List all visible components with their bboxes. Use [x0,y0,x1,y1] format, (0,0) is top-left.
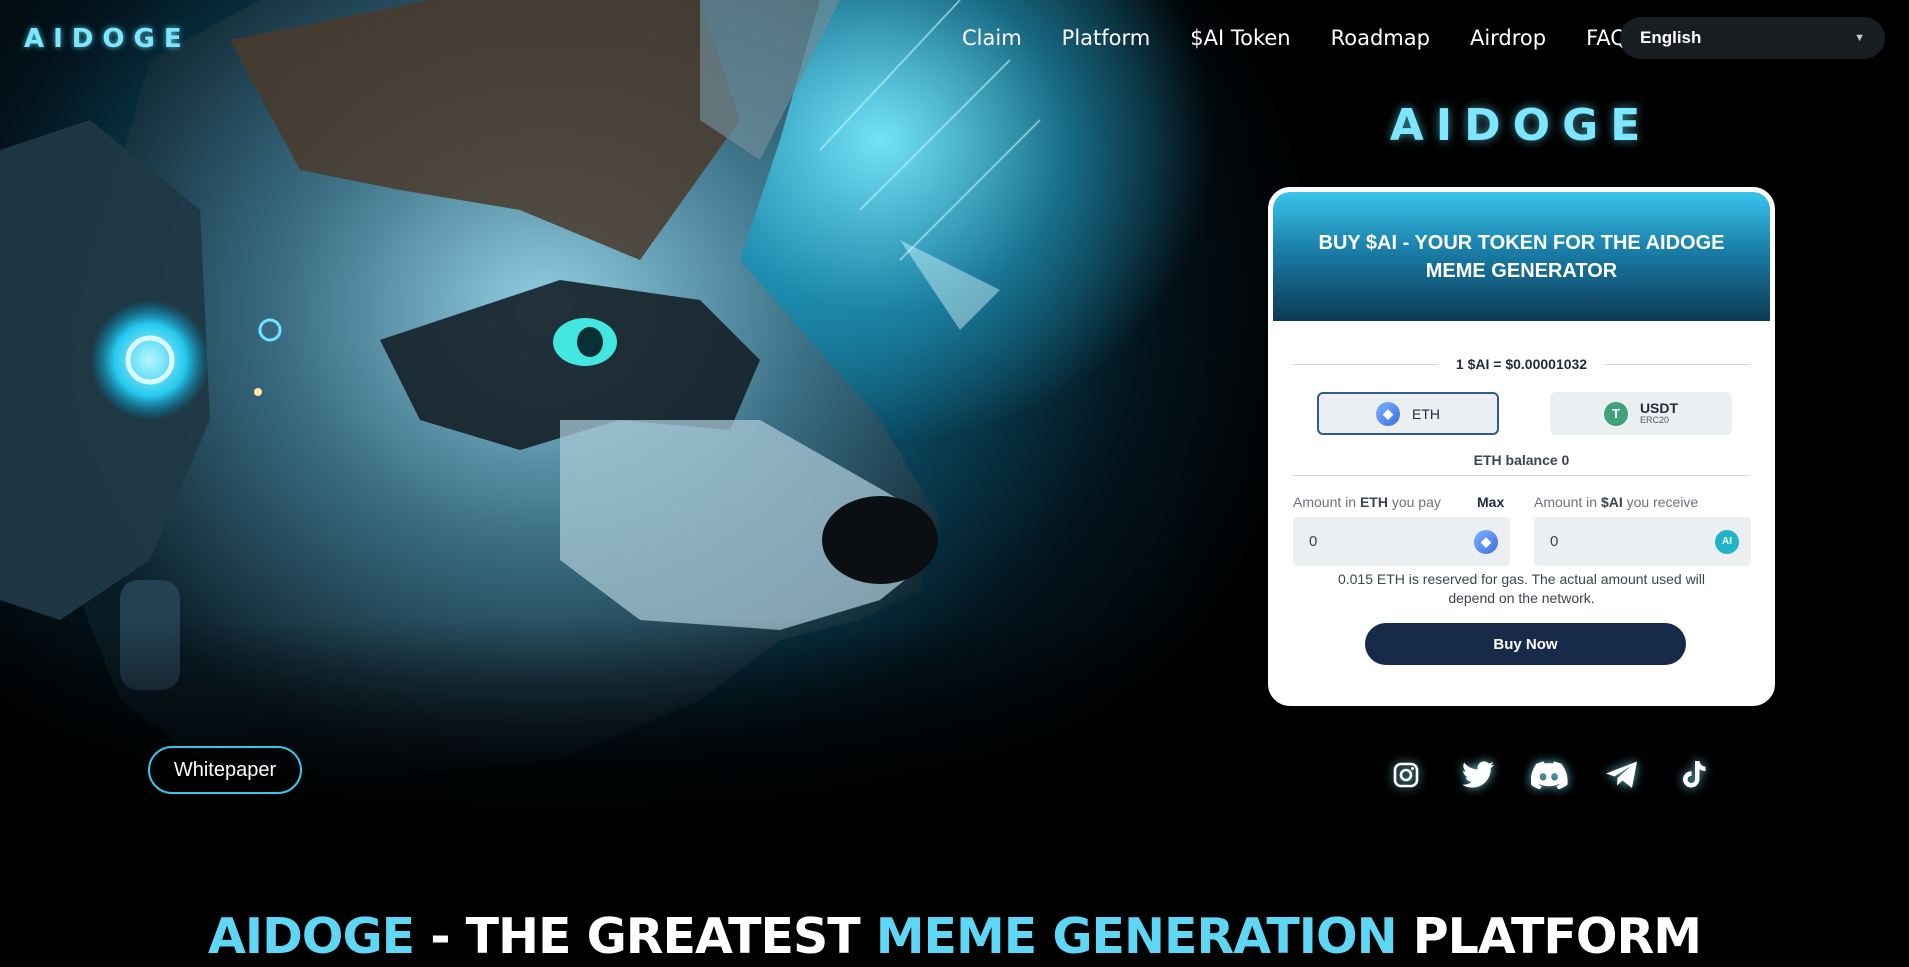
max-button[interactable]: Max [1477,494,1504,510]
pay-with-usdt-button[interactable]: T USDT ERC20 [1550,392,1732,435]
main-nav: Claim Platform $AI Token Roadmap Airdrop… [942,24,1647,52]
nav-claim[interactable]: Claim [942,24,1042,52]
nav-roadmap[interactable]: Roadmap [1311,24,1450,52]
pay-amount-label: Amount in ETH you pay [1293,494,1441,510]
price-row: 1 $AI = $0.00001032 [1293,356,1751,372]
ethereum-icon: ◆ [1474,529,1498,554]
language-select[interactable]: English ▼ [1620,17,1885,59]
pay-option-label: USDT [1639,399,1679,416]
ai-token-icon: AI [1715,529,1739,554]
ethereum-icon: ◆ [1376,401,1400,426]
tiktok-icon[interactable] [1658,755,1730,795]
twitter-icon[interactable] [1442,755,1514,795]
social-links [1370,755,1730,795]
site-logo[interactable]: AIDOGE [24,24,191,54]
token-price: 1 $AI = $0.00001032 [1455,356,1588,372]
headline-part2: - THE GREATEST [414,908,876,965]
discord-icon[interactable] [1514,755,1586,795]
buy-widget: BUY $AI - YOUR TOKEN FOR THE AIDOGE MEME… [1268,187,1775,706]
eth-balance: ETH balance 0 [1473,452,1570,468]
nav-airdrop[interactable]: Airdrop [1450,24,1566,52]
language-selected: English [1640,28,1702,47]
widget-title: BUY $AI - YOUR TOKEN FOR THE AIDOGE MEME… [1318,231,1725,282]
caret-down-icon: ▼ [1854,32,1865,44]
receive-amount-value: 0 [1550,533,1559,550]
divider-left [1293,363,1438,365]
pay-option-label: ETH [1412,405,1440,422]
pay-with-eth-button[interactable]: ◆ ETH [1317,392,1499,435]
receive-amount-input[interactable]: 0 AI [1534,517,1751,566]
instagram-icon[interactable] [1370,755,1442,795]
widget-header: BUY $AI - YOUR TOKEN FOR THE AIDOGE MEME… [1273,192,1770,321]
nav-ai-token[interactable]: $AI Token [1170,24,1310,52]
pay-option-text: USDT ERC20 [1639,399,1679,426]
telegram-icon[interactable] [1586,755,1658,795]
headline-part3: MEME GENERATION [875,908,1398,965]
gas-note: 0.015 ETH is reserved for gas. The actua… [1337,571,1706,606]
pay-amount-value: 0 [1309,533,1318,550]
buy-now-button[interactable]: Buy Now [1365,623,1686,665]
page-headline: AIDOGE - THE GREATEST MEME GENERATION PL… [0,908,1909,965]
pay-amount-input[interactable]: 0 ◆ [1293,517,1510,566]
nav-platform[interactable]: Platform [1042,24,1171,52]
pay-option-sublabel: ERC20 [1639,414,1669,425]
receive-amount-label: Amount in $AI you receive [1534,494,1699,510]
headline-part4: PLATFORM [1396,908,1702,965]
whitepaper-button[interactable]: Whitepaper [148,746,302,794]
widget-logo: AIDOGE [1389,100,1653,151]
divider-right [1605,363,1751,365]
headline-part1: AIDOGE [207,908,415,965]
divider [1293,475,1750,476]
tether-icon: T [1603,401,1628,426]
